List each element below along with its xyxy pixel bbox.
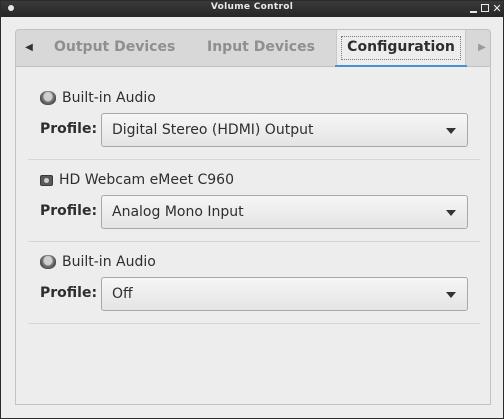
divider xyxy=(28,323,480,324)
tab-scroll-left-icon[interactable]: ◀ xyxy=(18,30,40,66)
maximize-icon[interactable] xyxy=(479,2,491,15)
device-header: Built-in Audio xyxy=(40,253,156,271)
profile-label: Profile: xyxy=(40,285,98,301)
tab-bar: ◀ Output Devices Input Devices Configura… xyxy=(15,29,493,68)
close-icon[interactable]: ✕ xyxy=(491,2,503,15)
title-bar[interactable]: Volume Control ✕ xyxy=(1,1,503,17)
profile-value: Digital Stereo (HDMI) Output xyxy=(112,122,314,138)
chevron-down-icon xyxy=(446,292,456,298)
divider xyxy=(28,159,480,160)
profile-dropdown[interactable]: Analog Mono Input xyxy=(101,195,468,229)
chevron-down-icon xyxy=(446,210,456,216)
focus-ring xyxy=(341,36,461,60)
profile-label: Profile: xyxy=(40,203,98,219)
profile-label: Profile: xyxy=(40,121,98,137)
divider xyxy=(28,241,480,242)
device-name: HD Webcam eMeet C960 xyxy=(59,172,234,188)
speaker-icon xyxy=(40,255,56,269)
volume-control-window: Volume Control ✕ ◀ Output Devices Input … xyxy=(0,0,504,419)
tab-input-devices[interactable]: Input Devices xyxy=(207,30,315,66)
chevron-down-icon xyxy=(446,128,456,134)
profile-value: Analog Mono Input xyxy=(112,204,244,220)
profile-dropdown[interactable]: Off xyxy=(101,277,468,311)
device-header: HD Webcam eMeet C960 xyxy=(40,171,234,189)
profile-value: Off xyxy=(112,286,133,302)
configuration-panel: Built-in Audio Profile: Digital Stereo (… xyxy=(15,67,491,405)
tab-scroll-right-icon[interactable]: ▶ xyxy=(471,30,493,66)
tab-configuration[interactable]: Configuration xyxy=(335,30,467,68)
window-title: Volume Control xyxy=(210,2,294,12)
speaker-icon xyxy=(40,91,56,105)
device-header: Built-in Audio xyxy=(40,89,156,107)
profile-dropdown[interactable]: Digital Stereo (HDMI) Output xyxy=(101,113,468,147)
device-name: Built-in Audio xyxy=(62,254,156,270)
minimize-icon[interactable] xyxy=(467,2,479,15)
device-name: Built-in Audio xyxy=(62,90,156,106)
tab-output-devices[interactable]: Output Devices xyxy=(54,30,175,66)
webcam-icon xyxy=(40,174,53,186)
